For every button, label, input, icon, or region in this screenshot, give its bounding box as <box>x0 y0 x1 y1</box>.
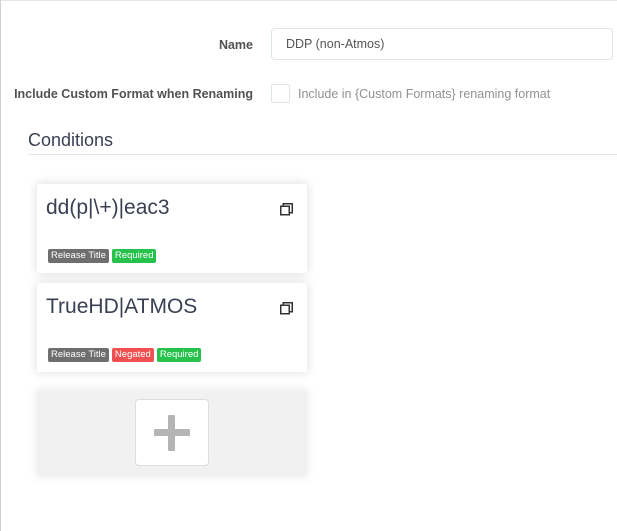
conditions-divider <box>28 154 617 155</box>
condition-labels: Release Title Required <box>48 249 157 263</box>
include-renaming-label: Include Custom Format when Renaming <box>14 87 253 101</box>
condition-card[interactable]: dd(p|\+)|eac3 Release Title Required <box>37 184 307 273</box>
release-title-badge: Release Title <box>48 249 109 263</box>
condition-labels: Release Title Negated Required <box>48 348 202 362</box>
include-renaming-help-text[interactable]: Include in {Custom Formats} renaming for… <box>298 77 550 111</box>
condition-card[interactable]: TrueHD|ATMOS Release Title Negated Requi… <box>37 283 307 372</box>
condition-name: dd(p|\+)|eac3 <box>46 196 170 219</box>
clone-icon[interactable] <box>280 203 293 216</box>
name-form-row: Name DDP (non-Atmos) <box>0 28 617 62</box>
name-input[interactable]: DDP (non-Atmos) <box>271 28 613 60</box>
include-renaming-checkbox[interactable] <box>271 84 290 103</box>
add-condition-button[interactable] <box>135 399 209 466</box>
required-badge: Required <box>156 348 202 362</box>
add-condition-card <box>37 390 307 476</box>
include-renaming-row: Include Custom Format when Renaming Incl… <box>0 77 617 111</box>
required-badge: Required <box>111 249 157 263</box>
frame-top-border <box>0 0 617 1</box>
plus-icon <box>154 415 190 451</box>
release-title-badge: Release Title <box>48 348 109 362</box>
clone-icon[interactable] <box>280 302 293 315</box>
name-label: Name <box>218 38 253 52</box>
negated-badge: Negated <box>111 348 154 362</box>
condition-name: TrueHD|ATMOS <box>46 295 198 318</box>
conditions-title: Conditions <box>28 130 114 150</box>
